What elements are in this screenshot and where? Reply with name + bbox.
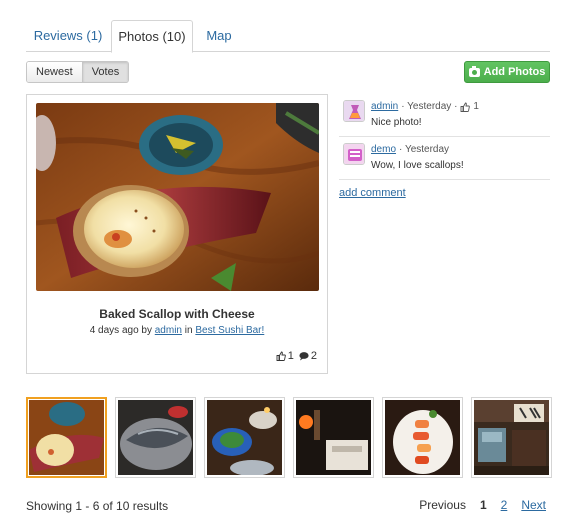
photo-meta: 4 days ago by admin in Best Sushi Bar!	[27, 325, 327, 336]
comment-item: demo · Yesterday Wow, I love scallops!	[339, 137, 550, 180]
photo-meta-in: in	[184, 325, 193, 336]
comment-author-link[interactable]: demo	[371, 144, 396, 155]
sort-toggle-group: Newest Votes	[26, 61, 130, 83]
comment-author-link[interactable]: admin	[371, 101, 398, 112]
photo-author-link[interactable]: admin	[155, 325, 182, 336]
thumbnail-strip	[26, 397, 552, 479]
avatar	[343, 143, 365, 165]
speech-bubble-icon	[299, 352, 309, 361]
comment-header: admin · Yesterday · 1	[371, 101, 479, 112]
pager-next[interactable]: Next	[521, 498, 546, 512]
comment-time: · Yesterday ·	[401, 101, 458, 112]
photo-like-button[interactable]: 1	[276, 350, 294, 362]
pagination: Previous 1 2 Next	[419, 498, 546, 512]
photo-place-link[interactable]: Best Sushi Bar!	[195, 325, 264, 336]
avatar	[343, 100, 365, 122]
add-photos-button[interactable]: Add Photos	[464, 61, 550, 83]
thumbnail-bowls[interactable]	[204, 397, 285, 478]
tab-reviews[interactable]: Reviews (1)	[26, 20, 110, 52]
add-photos-label: Add Photos	[483, 66, 546, 78]
pager-page-2[interactable]: 2	[501, 498, 508, 512]
photo-comments-count[interactable]: 2	[299, 350, 317, 362]
thumbnail-grilled-fish[interactable]	[115, 397, 196, 478]
thumbnail-sake[interactable]	[293, 397, 374, 478]
pager-page-current: 1	[479, 498, 487, 512]
pager-previous: Previous	[419, 498, 466, 512]
comment-like-count: 1	[473, 101, 479, 112]
photo-like-count: 1	[287, 350, 294, 362]
thumbnail-restaurant[interactable]	[471, 397, 552, 478]
tab-bar: Reviews (1) Photos (10) Map	[26, 20, 550, 53]
photo-title: Baked Scallop with Cheese	[99, 307, 255, 321]
thumbnail-scallop[interactable]	[26, 397, 107, 478]
camera-icon	[468, 65, 480, 77]
tab-photos[interactable]: Photos (10)	[111, 20, 193, 53]
comment-text: Wow, I love scallops!	[371, 160, 464, 171]
photo-card: Baked Scallop with Cheese 4 days ago by …	[26, 94, 328, 374]
comment-time: · Yesterday	[399, 144, 450, 155]
tab-map[interactable]: Map	[194, 20, 244, 52]
thumbs-up-icon	[276, 351, 286, 361]
photo-comment-count: 2	[310, 350, 317, 362]
comment-list: admin · Yesterday · 1 Nice photo! demo ·…	[339, 94, 550, 180]
photo-date: 4 days ago by	[89, 325, 152, 336]
thumbnail-sushi-plate[interactable]	[382, 397, 463, 478]
comment-header: demo · Yesterday	[371, 144, 449, 155]
photo-stats: 1 2	[276, 350, 317, 362]
add-comment-link[interactable]: add comment	[339, 187, 406, 199]
results-count: Showing 1 - 6 of 10 results	[26, 499, 169, 513]
sort-newest-button[interactable]: Newest	[27, 62, 82, 82]
comment-item: admin · Yesterday · 1 Nice photo!	[339, 94, 550, 137]
main-photo[interactable]	[36, 103, 319, 291]
comment-text: Nice photo!	[371, 117, 422, 128]
sort-votes-button[interactable]: Votes	[81, 62, 129, 82]
thumbs-up-icon[interactable]	[460, 102, 471, 112]
